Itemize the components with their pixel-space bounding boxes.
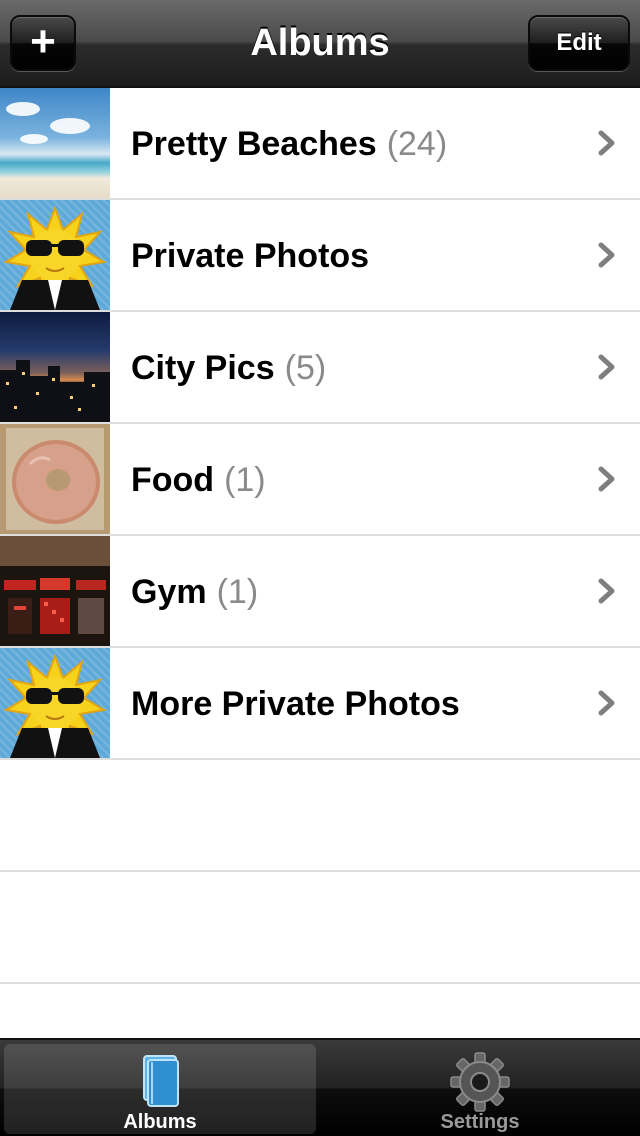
album-count: (1): [216, 573, 259, 611]
donut-photo-thumbnail: [0, 424, 110, 534]
album-title: Private Photos: [131, 200, 379, 310]
sun-with-sunglasses-icon: [0, 200, 110, 310]
album-name: City Pics: [131, 349, 275, 387]
sun-with-sunglasses-icon: [0, 648, 110, 758]
empty-table-row: [0, 760, 640, 872]
tab-albums[interactable]: Albums: [4, 1044, 316, 1134]
album-title: Food (1): [131, 424, 266, 534]
album-row-food[interactable]: Food (1): [0, 424, 640, 536]
album-name: Private Photos: [131, 237, 370, 275]
album-row-private-photos[interactable]: Private Photos: [0, 200, 640, 312]
tab-settings[interactable]: Settings: [324, 1044, 636, 1134]
album-row-city-pics[interactable]: City Pics (5): [0, 312, 640, 424]
album-title: More Private Photos: [131, 648, 470, 758]
chevron-right-icon: [598, 242, 615, 268]
beach-photo-thumbnail: [0, 88, 110, 198]
book-icon: [143, 1055, 179, 1107]
album-name: Gym: [131, 573, 207, 611]
album-count: (1): [224, 461, 266, 499]
album-title: Pretty Beaches (24): [131, 88, 447, 198]
album-list: Pretty Beaches (24) Private Photos City …: [0, 88, 640, 1096]
album-row-pretty-beaches[interactable]: Pretty Beaches (24): [0, 88, 640, 200]
album-name: Pretty Beaches: [131, 125, 377, 163]
chevron-right-icon: [598, 578, 615, 604]
album-name: More Private Photos: [131, 685, 460, 723]
album-title: Gym (1): [131, 536, 258, 646]
album-title: City Pics (5): [131, 312, 326, 422]
tab-label: Albums: [123, 1111, 197, 1133]
edit-button[interactable]: Edit: [528, 15, 630, 71]
chevron-right-icon: [598, 690, 615, 716]
gear-icon: [450, 1052, 510, 1112]
chevron-right-icon: [598, 466, 615, 492]
chevron-right-icon: [598, 354, 615, 380]
album-count: (24): [386, 125, 448, 163]
navigation-bar: + Albums Edit: [0, 0, 640, 88]
empty-table-row: [0, 872, 640, 984]
chevron-right-icon: [598, 130, 615, 156]
album-name: Food: [131, 461, 215, 499]
album-row-gym[interactable]: Gym (1): [0, 536, 640, 648]
tab-bar: Albums Settings: [0, 1038, 640, 1136]
gym-machine-photo-thumbnail: [0, 536, 110, 646]
album-row-more-private-photos[interactable]: More Private Photos: [0, 648, 640, 760]
city-night-photo-thumbnail: [0, 312, 110, 422]
tab-label: Settings: [440, 1111, 520, 1133]
album-count: (5): [284, 349, 327, 387]
